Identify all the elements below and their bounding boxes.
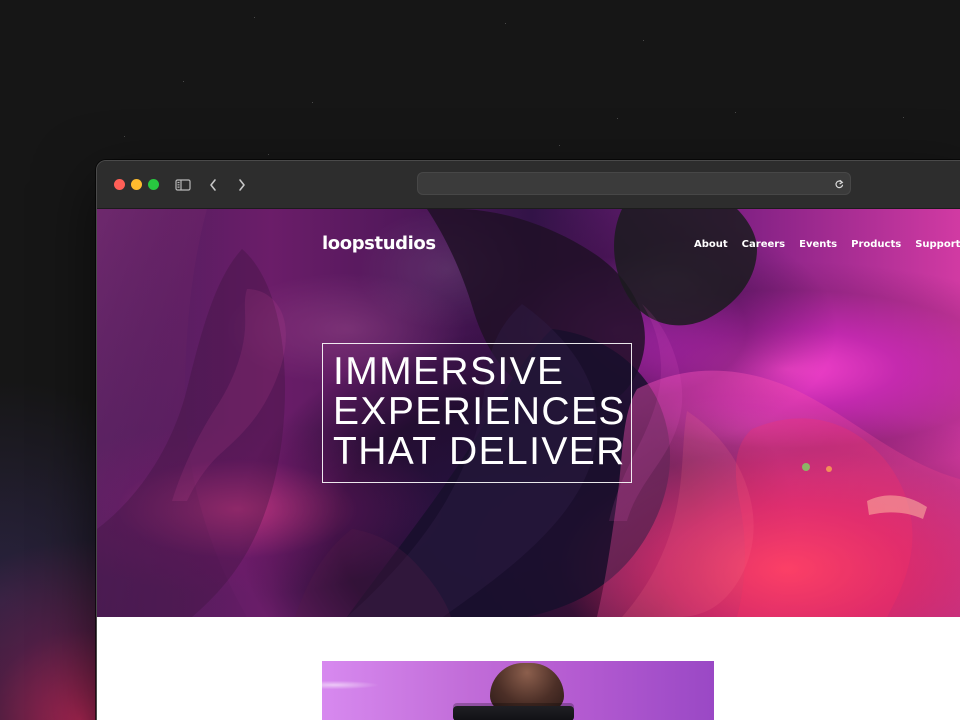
nav-link-about[interactable]: About <box>694 239 728 251</box>
minimize-window-button[interactable] <box>131 179 142 190</box>
background-star <box>505 23 506 24</box>
background-star <box>268 154 269 155</box>
hero-headline-line-1: IMMERSIVE <box>333 350 565 393</box>
background-star <box>617 118 618 119</box>
hero-headline-line-3: THAT DELIVER <box>333 430 626 473</box>
sidebar-icon[interactable] <box>173 175 193 195</box>
background-star <box>124 136 125 137</box>
back-chevron-icon[interactable] <box>203 175 223 195</box>
background-star <box>903 117 904 118</box>
nav-link-products[interactable]: Products <box>851 239 901 251</box>
background-star <box>643 40 644 41</box>
desktop-background: loopstudios About Careers Events Product… <box>0 0 960 720</box>
background-star <box>183 81 184 82</box>
close-window-button[interactable] <box>114 179 125 190</box>
address-bar[interactable] <box>417 172 851 195</box>
hero-headline-box: IMMERSIVE EXPERIENCES THAT DELIVER <box>322 343 632 483</box>
nav-link-careers[interactable]: Careers <box>742 239 785 251</box>
hero-headline-line-2: EXPERIENCES <box>333 390 626 433</box>
background-star <box>559 145 560 146</box>
background-star <box>735 112 736 113</box>
background-star <box>312 102 313 103</box>
webpage-viewport: loopstudios About Careers Events Product… <box>97 209 960 720</box>
nav-link-events[interactable]: Events <box>799 239 837 251</box>
site-logo[interactable]: loopstudios <box>322 233 436 255</box>
vr-headset-product-image <box>322 661 714 720</box>
nav-link-support[interactable]: Support <box>915 239 960 251</box>
reload-icon[interactable] <box>833 178 845 190</box>
browser-window: loopstudios About Careers Events Product… <box>96 160 960 720</box>
browser-toolbar <box>97 161 960 209</box>
main-navigation: About Careers Events Products Support <box>694 239 960 251</box>
hero-section: loopstudios About Careers Events Product… <box>97 209 960 617</box>
forward-chevron-icon[interactable] <box>232 175 252 195</box>
url-input[interactable] <box>418 174 850 195</box>
background-star <box>254 17 255 18</box>
zoom-window-button[interactable] <box>148 179 159 190</box>
